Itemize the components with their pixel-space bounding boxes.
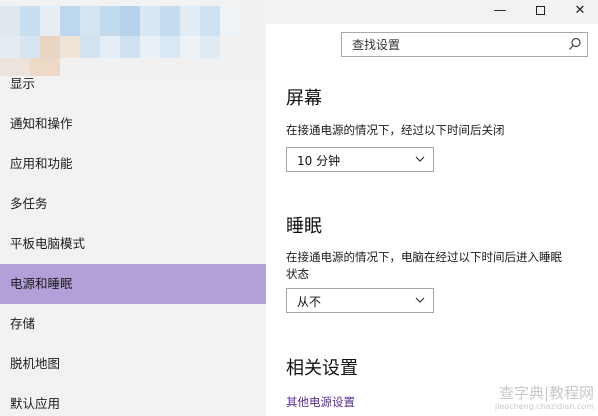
sidebar-item-multitasking[interactable]: 多任务 <box>0 184 266 224</box>
sidebar-item-label: 显示 <box>10 76 36 91</box>
section-heading-screen: 屏幕 <box>286 88 322 109</box>
watermark-url: jiaocheng.chazidian.com <box>494 402 594 411</box>
watermark: 查字典|教程网 jiaocheng.chazidian.com <box>470 382 596 414</box>
sidebar-item-apps[interactable]: 应用和功能 <box>0 144 266 184</box>
sidebar: 显示 通知和操作 应用和功能 多任务 平板电脑模式 电源和睡眠 存储 脱机地图 … <box>0 24 266 416</box>
sidebar-item-label: 脱机地图 <box>10 356 61 371</box>
close-button[interactable]: ✕ <box>562 0 598 22</box>
minimize-button[interactable]: — <box>482 0 518 22</box>
screen-description: 在接通电源的情况下，经过以下时间后关闭 <box>286 123 505 137</box>
blurred-region <box>0 6 262 76</box>
watermark-text: 查字典|教程网 <box>498 384 594 402</box>
sleep-timeout-dropdown[interactable]: 从不 <box>286 288 434 313</box>
settings-window: 显示 通知和操作 应用和功能 多任务 平板电脑模式 电源和睡眠 存储 脱机地图 … <box>0 0 598 416</box>
search-box[interactable] <box>341 32 588 57</box>
sidebar-item-label: 通知和操作 <box>10 116 73 131</box>
dropdown-value: 从不 <box>297 295 322 309</box>
maximize-icon <box>535 6 545 15</box>
chevron-down-icon <box>415 156 425 162</box>
sleep-description: 在接通电源的情况下，电脑在经过以下时间后进入睡眠状态 <box>286 250 562 281</box>
sidebar-item-label: 多任务 <box>10 196 48 211</box>
section-heading-sleep: 睡眠 <box>286 216 322 237</box>
sidebar-item-label: 平板电脑模式 <box>10 236 86 251</box>
sidebar-item-tablet-mode[interactable]: 平板电脑模式 <box>0 224 266 264</box>
maximize-button[interactable] <box>522 0 558 22</box>
content-pane: 屏幕 在接通电源的情况下，经过以下时间后关闭 10 分钟 睡眠 在接通电源的情况… <box>266 66 598 416</box>
screen-timeout-dropdown[interactable]: 10 分钟 <box>286 147 434 172</box>
search-input[interactable] <box>352 33 562 56</box>
sidebar-item-label: 默认应用 <box>10 396 61 411</box>
chevron-down-icon <box>415 297 425 303</box>
sidebar-item-label: 应用和功能 <box>10 156 73 171</box>
search-icon[interactable] <box>568 37 582 51</box>
dropdown-value: 10 分钟 <box>297 154 341 168</box>
sidebar-item-label: 电源和睡眠 <box>10 276 73 291</box>
sidebar-item-label: 存储 <box>10 316 36 331</box>
section-heading-related: 相关设置 <box>286 358 358 379</box>
sidebar-item-power-sleep[interactable]: 电源和睡眠 <box>0 264 266 304</box>
sidebar-item-offline-maps[interactable]: 脱机地图 <box>0 344 266 384</box>
additional-power-settings-link[interactable]: 其他电源设置 <box>286 394 355 410</box>
sidebar-item-storage[interactable]: 存储 <box>0 304 266 344</box>
sidebar-item-default-apps[interactable]: 默认应用 <box>0 384 266 416</box>
sidebar-item-notifications[interactable]: 通知和操作 <box>0 104 266 144</box>
